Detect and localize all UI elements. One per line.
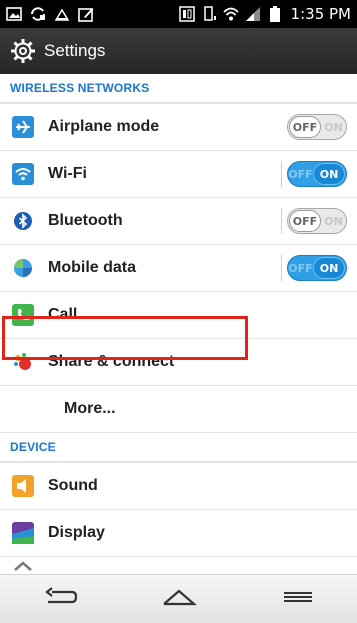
cell-signal-icon [245, 6, 261, 22]
nfc-icon [178, 6, 195, 22]
more-label: More... [64, 400, 116, 417]
mobile-data-label: Mobile data [48, 259, 137, 276]
settings-gear-icon [10, 38, 36, 64]
call-label: Call [48, 306, 78, 323]
status-bar: 1:35 PM [0, 0, 357, 28]
share-connect-item[interactable]: Share & connect [0, 339, 357, 386]
page-title: Settings [44, 41, 106, 60]
divider [281, 255, 282, 281]
share-connect-icon [12, 351, 34, 373]
toggle-on-text: ON [313, 163, 345, 185]
toggle-off-text: OFF [288, 261, 313, 275]
sound-label: Sound [48, 477, 98, 494]
home-button[interactable] [149, 579, 209, 619]
airplane-mode-toggle[interactable]: OFF ON [287, 114, 347, 140]
sound-item[interactable]: Sound [0, 463, 357, 510]
status-time: 1:35 PM [290, 5, 351, 23]
share-connect-label: Share & connect [48, 353, 175, 370]
toggle-on-text: ON [324, 120, 343, 134]
action-bar: Settings [0, 28, 357, 74]
wifi-icon [12, 163, 34, 185]
airplane-mode-label: Airplane mode [48, 118, 160, 135]
more-item[interactable]: More... [0, 386, 357, 433]
back-icon [42, 586, 78, 613]
bluetooth-item[interactable]: Bluetooth OFF ON [0, 198, 357, 245]
sync-notification-icon [30, 6, 46, 22]
gallery-notification-icon [6, 6, 22, 22]
airplane-mode-item[interactable]: Airplane mode OFF ON [0, 104, 357, 151]
toggle-off-text: OFF [288, 167, 313, 181]
wifi-signal-icon [222, 6, 239, 22]
display-item[interactable]: Display [0, 510, 357, 557]
section-header-wireless: WIRELESS NETWORKS [0, 74, 357, 104]
call-item[interactable]: Call [0, 292, 357, 339]
settings-list[interactable]: WIRELESS NETWORKS Airplane mode OFF ON W… [0, 74, 357, 583]
section-header-device: DEVICE [0, 433, 357, 463]
display-icon [12, 522, 34, 544]
speaker-icon [12, 475, 34, 497]
mobile-data-item[interactable]: Mobile data OFF ON [0, 245, 357, 292]
bluetooth-toggle[interactable]: OFF ON [287, 208, 347, 234]
mobile-data-toggle[interactable]: OFF ON [287, 255, 347, 281]
display-label: Display [48, 524, 105, 541]
globe-icon [12, 257, 34, 279]
wifi-label: Wi-Fi [48, 165, 87, 182]
wifi-toggle[interactable]: OFF ON [287, 161, 347, 187]
menu-icon [280, 586, 316, 613]
toggle-off-text: OFF [289, 210, 321, 232]
vibrate-icon [201, 6, 217, 22]
toggle-off-text: OFF [289, 116, 321, 138]
tools-notification-icon [54, 6, 70, 22]
divider [281, 161, 282, 187]
home-icon [161, 586, 197, 613]
bluetooth-icon [12, 210, 34, 232]
menu-button[interactable] [268, 579, 328, 619]
airplane-icon [12, 116, 34, 138]
navigation-bar [0, 574, 357, 623]
divider [281, 208, 282, 234]
back-button[interactable] [30, 579, 90, 619]
phone-icon [12, 304, 34, 326]
bluetooth-label: Bluetooth [48, 212, 123, 229]
toggle-on-text: ON [313, 257, 345, 279]
toggle-on-text: ON [324, 214, 343, 228]
wifi-item[interactable]: Wi-Fi OFF ON [0, 151, 357, 198]
edit-notification-icon [78, 6, 94, 22]
battery-icon [267, 6, 283, 22]
